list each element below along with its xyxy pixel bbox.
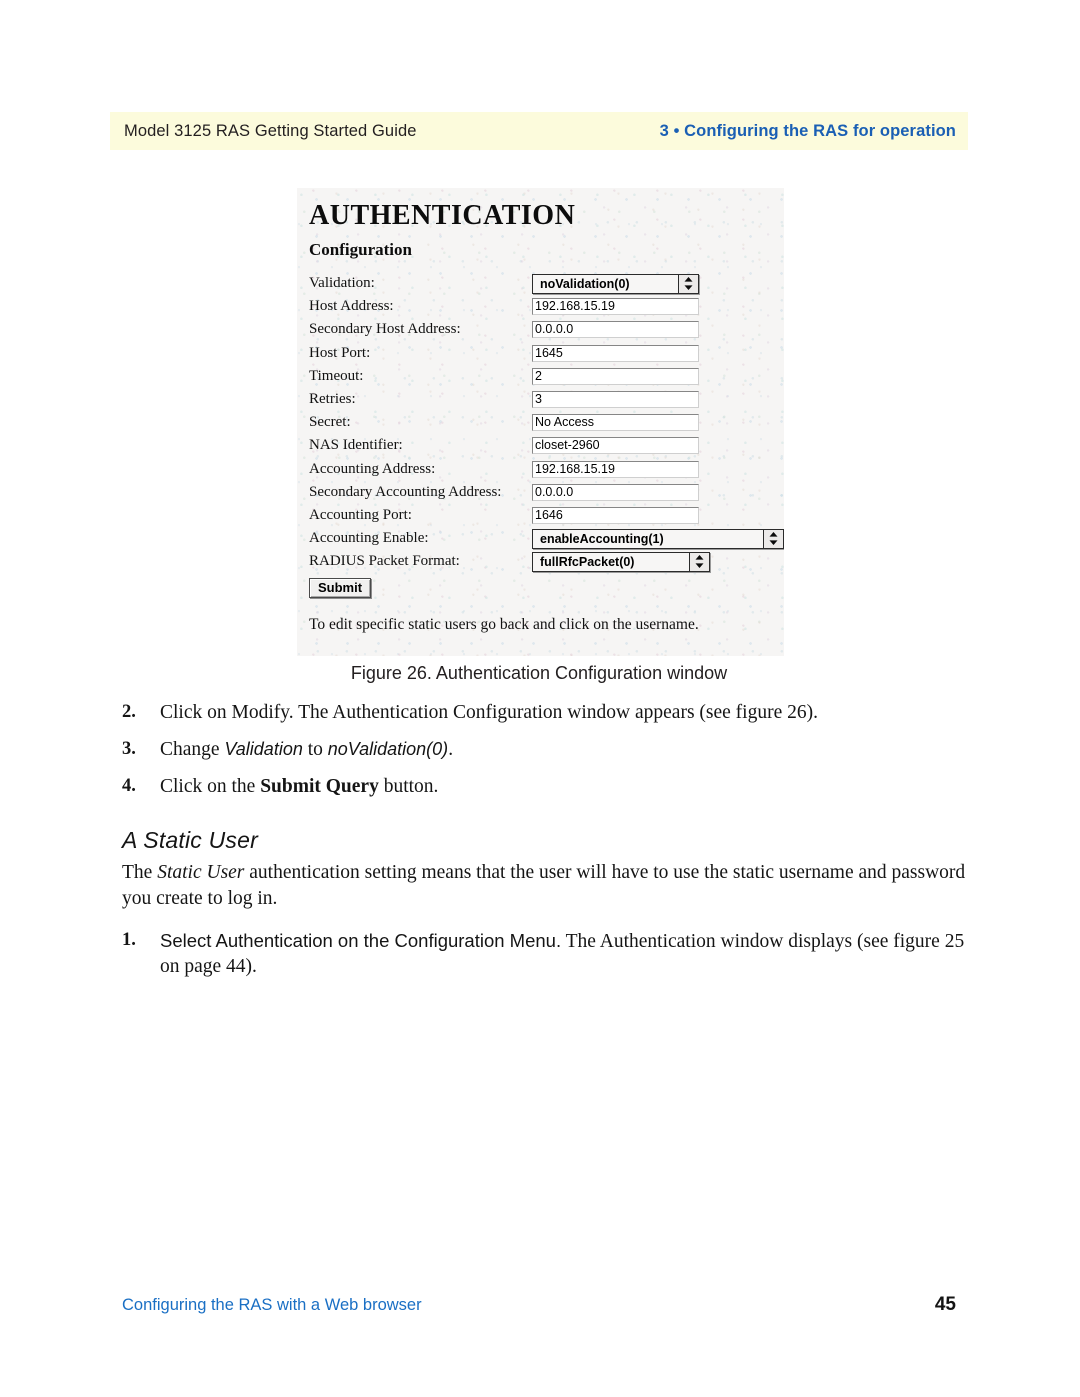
ui-text: Select Authentication on the Configurati…	[160, 930, 562, 951]
form-row: Accounting Address: 192.168.15.19	[309, 458, 784, 481]
form-row: Accounting Port: 1646	[309, 504, 784, 527]
submit-button[interactable]: Submit	[309, 578, 372, 599]
static-user-note: To edit specific static users go back an…	[309, 616, 699, 634]
submit-row: Submit	[309, 578, 784, 599]
step-item: 1. Select Authentication on the Configura…	[122, 928, 968, 979]
step-text: button.	[378, 776, 439, 797]
step-text: Change	[160, 739, 225, 760]
select-value: fullRfcPacket(0)	[533, 552, 689, 571]
select-value: enableAccounting(1)	[533, 529, 763, 548]
input-nas-identifier[interactable]: closet-2960	[532, 437, 699, 455]
footer-section-label: Configuring the RAS with a Web browser	[122, 1296, 422, 1314]
field-label: Host Address:	[309, 298, 394, 315]
select-value: noValidation(0)	[533, 274, 678, 293]
field-label: Host Port:	[309, 344, 371, 361]
procedure-steps: 2. Click on Modify. The Authentication Co…	[122, 700, 968, 799]
running-header: Model 3125 RAS Getting Started Guide 3 •…	[110, 112, 968, 150]
field-label: RADIUS Packet Format:	[309, 553, 460, 570]
step-text: to	[302, 739, 328, 760]
field-label: Accounting Enable:	[309, 530, 429, 547]
updown-arrow-icon	[689, 552, 709, 571]
form-row: Validation: noValidation(0)	[309, 272, 784, 295]
form-row: Secondary Accounting Address: 0.0.0.0	[309, 481, 784, 504]
field-label: Secondary Host Address:	[309, 321, 461, 338]
field-label: Secondary Accounting Address:	[309, 483, 502, 500]
section-heading-static-user: A Static User	[122, 827, 258, 853]
input-host-address[interactable]: 192.168.15.19	[532, 298, 699, 316]
form-row: Retries: 3	[309, 388, 784, 411]
step-item: 4. Click on the Submit Query button.	[122, 774, 968, 799]
page-number: 45	[934, 1294, 956, 1315]
form-row: Secret: No Access	[309, 411, 784, 434]
step-number: 1.	[122, 930, 136, 950]
strong-text: Submit Query	[260, 776, 379, 797]
window-title: AUTHENTICATION	[309, 200, 576, 231]
header-book-title: Model 3125 RAS Getting Started Guide	[124, 121, 417, 140]
field-label: Accounting Address:	[309, 460, 436, 477]
section-paragraph: The Static User authentication setting m…	[122, 860, 968, 912]
step-item: 2. Click on Modify. The Authentication Co…	[122, 700, 968, 725]
step-number: 3.	[122, 739, 136, 759]
step-text: authentication setting means that the us…	[122, 862, 966, 909]
input-timeout[interactable]: 2	[532, 367, 699, 385]
step-item: 3. Change Validation to noValidation(0).	[122, 737, 968, 762]
field-label: Validation:	[309, 275, 375, 292]
input-secondary-host-address[interactable]: 0.0.0.0	[532, 321, 699, 339]
header-chapter-title: 3 • Configuring the RAS for operation	[659, 121, 956, 140]
field-label: Timeout:	[309, 367, 364, 384]
input-accounting-address[interactable]: 192.168.15.19	[532, 460, 699, 478]
step-number: 2.	[122, 702, 136, 722]
updown-arrow-icon	[763, 529, 783, 548]
input-retries[interactable]: 3	[532, 391, 699, 409]
configuration-form: Validation: noValidation(0) Host Address: 1…	[309, 272, 784, 573]
input-secondary-accounting-address[interactable]: 0.0.0.0	[532, 483, 699, 501]
form-row: NAS Identifier: closet-2960	[309, 434, 784, 457]
updown-arrow-icon	[678, 274, 698, 293]
authentication-window-screenshot: AUTHENTICATION Configuration Validation:…	[297, 188, 784, 656]
input-accounting-port[interactable]: 1646	[532, 506, 699, 524]
step-text: The	[122, 862, 158, 883]
figure-caption: Figure 26. Authentication Configuration …	[350, 663, 728, 683]
form-row: RADIUS Packet Format: fullRfcPacket(0)	[309, 550, 784, 573]
configuration-heading: Configuration	[309, 240, 412, 259]
input-secret[interactable]: No Access	[532, 414, 699, 432]
field-label: NAS Identifier:	[309, 437, 403, 454]
emphasis-text: Static User	[157, 862, 245, 883]
select-accounting-enable[interactable]: enableAccounting(1)	[532, 528, 784, 549]
form-row: Host Port: 1645	[309, 342, 784, 365]
input-host-port[interactable]: 1645	[532, 344, 699, 362]
static-user-steps: 1. Select Authentication on the Configura…	[122, 928, 968, 979]
form-row: Accounting Enable: enableAccounting(1)	[309, 527, 784, 550]
form-row: Timeout: 2	[309, 365, 784, 388]
form-row: Secondary Host Address: 0.0.0.0	[309, 318, 784, 341]
field-label: Secret:	[309, 414, 351, 431]
field-label: Accounting Port:	[309, 506, 412, 523]
step-text: Click on the	[160, 776, 261, 797]
emphasis-text: Validation	[224, 739, 303, 759]
select-validation[interactable]: noValidation(0)	[532, 273, 699, 294]
page-content: 2. Click on Modify. The Authentication Co…	[122, 700, 968, 991]
field-label: Retries:	[309, 391, 356, 408]
step-text: .	[448, 739, 454, 760]
step-text: Click on Modify. The Authentication Conf…	[160, 702, 818, 723]
form-row: Host Address: 192.168.15.19	[309, 295, 784, 318]
step-number: 4.	[122, 776, 136, 796]
running-footer: Configuring the RAS with a Web browser 4…	[122, 1294, 956, 1316]
select-radius-packet-format[interactable]: fullRfcPacket(0)	[532, 551, 710, 572]
emphasis-text: noValidation(0)	[327, 739, 449, 759]
